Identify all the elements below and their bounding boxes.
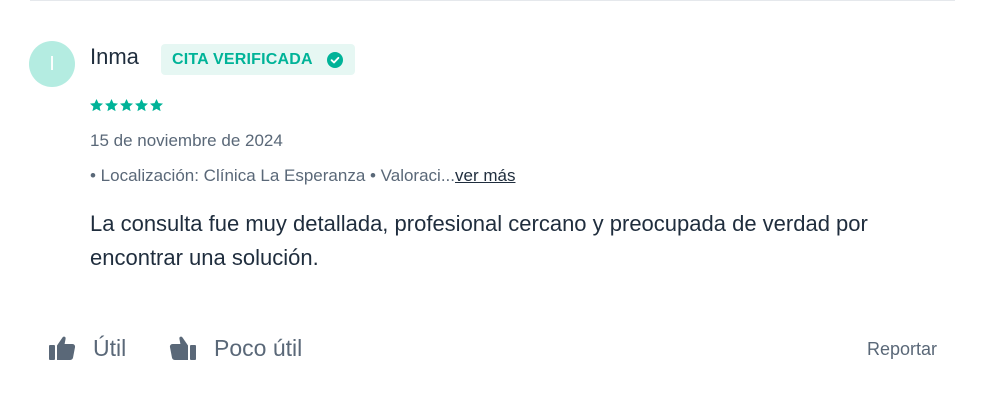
see-more-link[interactable]: ver más [455, 166, 515, 185]
top-divider [30, 0, 955, 1]
report-link[interactable]: Reportar [867, 339, 937, 360]
review-text: La consulta fue muy detallada, profesion… [90, 211, 868, 270]
review-date: 15 de noviembre de 2024 [90, 131, 283, 150]
thumbs-down-icon [169, 336, 196, 360]
not-useful-label: Poco útil [214, 334, 303, 361]
star-rating [89, 98, 164, 113]
avatar: I [29, 41, 75, 87]
verified-badge-label: CITA VERIFICADA [172, 50, 313, 68]
review-meta: • Localización: Clínica La Esperanza • V… [90, 166, 515, 186]
verified-badge: CITA VERIFICADA [161, 44, 355, 75]
star-icon [90, 98, 103, 112]
useful-button[interactable]: Útil [47, 333, 126, 363]
review-author: Inma [90, 44, 139, 69]
star-icon [120, 98, 133, 112]
star-icon [135, 98, 148, 112]
useful-label: Útil [93, 334, 127, 361]
review-meta-text: • Localización: Clínica La Esperanza • V… [90, 166, 455, 185]
check-circle-icon [326, 51, 343, 68]
star-icon [150, 98, 163, 112]
not-useful-button[interactable]: Poco útil [168, 333, 302, 363]
star-icon [105, 98, 118, 112]
thumbs-up-icon [49, 336, 76, 360]
